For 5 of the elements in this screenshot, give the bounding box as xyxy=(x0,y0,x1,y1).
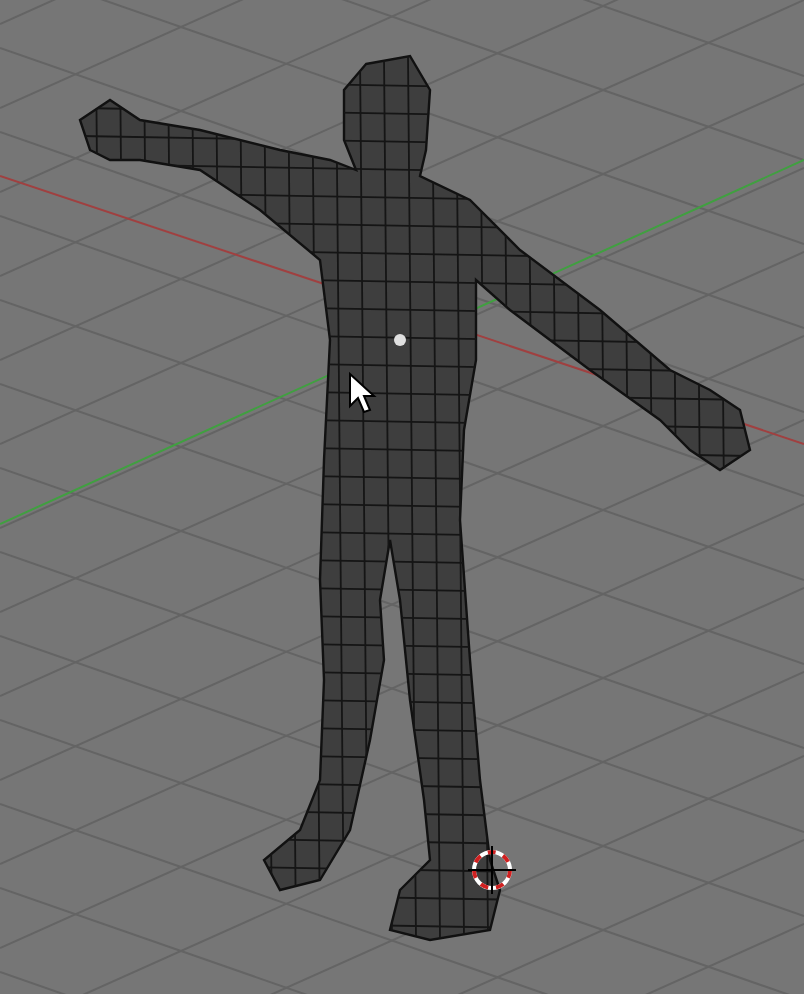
3d-cursor-icon xyxy=(467,845,517,895)
3d-viewport[interactable] xyxy=(0,0,804,994)
mouse-cursor-icon xyxy=(349,371,377,414)
mesh-figure-drawing[interactable] xyxy=(78,54,752,942)
pivot-dot-icon xyxy=(394,334,406,346)
